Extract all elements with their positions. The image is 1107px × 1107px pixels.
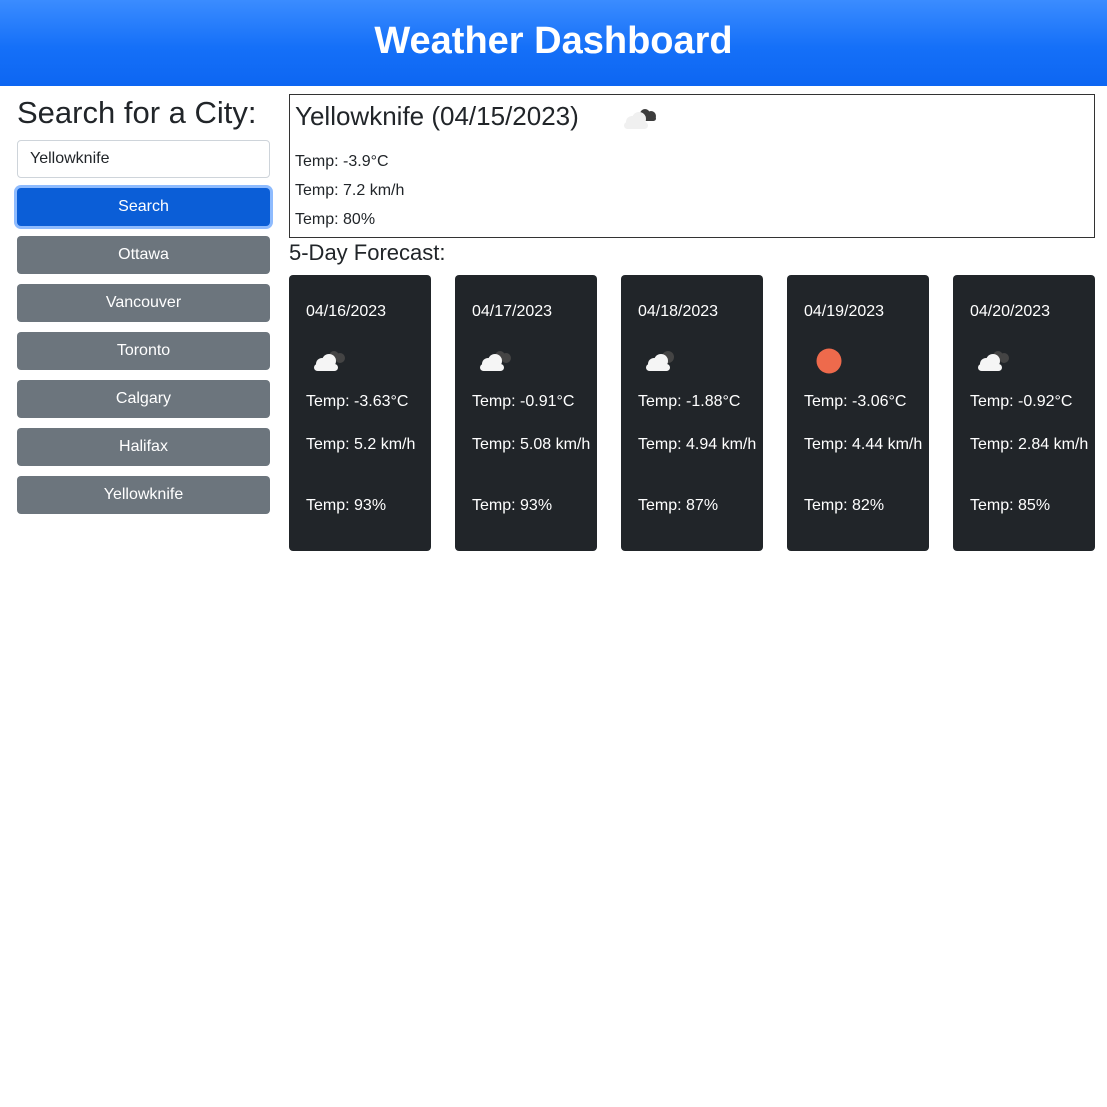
forecast-date: 04/17/2023 xyxy=(472,303,553,320)
history-button-halifax[interactable]: Halifax xyxy=(17,428,270,466)
sidebar: Search for a City: Search Ottawa Vancouv… xyxy=(17,94,270,514)
search-button[interactable]: Search xyxy=(17,188,270,226)
sun-icon xyxy=(809,347,849,380)
cloud-icon xyxy=(643,347,683,380)
current-temp: Temp: -3.9°C xyxy=(295,153,389,170)
forecast-wind: Temp: 4.44 km/h xyxy=(804,436,923,453)
forecast-wind: Temp: 5.2 km/h xyxy=(306,436,416,453)
forecast-temp: Temp: -3.63°C xyxy=(306,393,409,410)
search-heading: Search for a City: xyxy=(17,95,257,130)
forecast-card: 04/17/2023 Temp: -0.91°C Temp: 5.08 km/h… xyxy=(455,275,597,551)
app-header: Weather Dashboard xyxy=(0,0,1107,86)
forecast-wind: Temp: 2.84 km/h xyxy=(970,436,1089,453)
forecast-humidity: Temp: 93% xyxy=(472,497,553,514)
history-button-calgary[interactable]: Calgary xyxy=(17,380,270,418)
forecast-temp: Temp: -3.06°C xyxy=(804,393,907,410)
cloud-icon xyxy=(477,347,517,380)
history-button-vancouver[interactable]: Vancouver xyxy=(17,284,270,322)
forecast-wind: Temp: 4.94 km/h xyxy=(638,436,757,453)
forecast-temp: Temp: -1.88°C xyxy=(638,393,741,410)
forecast-humidity: Temp: 93% xyxy=(306,497,387,514)
history-button-toronto[interactable]: Toronto xyxy=(17,332,270,370)
forecast-date: 04/16/2023 xyxy=(306,303,387,320)
page-title: Weather Dashboard xyxy=(374,20,733,62)
forecast-card: 04/16/2023 Temp: -3.63°C Temp: 5.2 km/h … xyxy=(289,275,431,551)
cloud-icon xyxy=(311,347,351,380)
forecast-temp: Temp: -0.92°C xyxy=(970,393,1073,410)
forecast-heading: 5-Day Forecast: xyxy=(289,240,446,265)
forecast-temp: Temp: -0.91°C xyxy=(472,393,575,410)
current-city-title: Yellowknife (04/15/2023) xyxy=(295,101,579,131)
forecast-card: 04/20/2023 Temp: -0.92°C Temp: 2.84 km/h… xyxy=(953,275,1095,551)
cloudy-icon xyxy=(620,103,664,138)
current-weather-panel: Yellowknife (04/15/2023) Temp: -3.9°C Te… xyxy=(289,94,1095,238)
forecast-humidity: Temp: 85% xyxy=(970,497,1051,514)
forecast-date: 04/18/2023 xyxy=(638,303,719,320)
forecast-date: 04/20/2023 xyxy=(970,303,1051,320)
current-humidity: Temp: 80% xyxy=(295,211,376,228)
forecast-card: 04/19/2023 Temp: -3.06°C Temp: 4.44 km/h… xyxy=(787,275,929,551)
current-wind: Temp: 7.2 km/h xyxy=(295,182,405,199)
forecast-wind: Temp: 5.08 km/h xyxy=(472,436,591,453)
city-search-input[interactable] xyxy=(17,140,270,178)
history-button-yellowknife[interactable]: Yellowknife xyxy=(17,476,270,514)
cloud-icon xyxy=(975,347,1015,380)
forecast-date: 04/19/2023 xyxy=(804,303,885,320)
forecast-humidity: Temp: 82% xyxy=(804,497,885,514)
forecast-card: 04/18/2023 Temp: -1.88°C Temp: 4.94 km/h… xyxy=(621,275,763,551)
history-button-ottawa[interactable]: Ottawa xyxy=(17,236,270,274)
forecast-humidity: Temp: 87% xyxy=(638,497,719,514)
